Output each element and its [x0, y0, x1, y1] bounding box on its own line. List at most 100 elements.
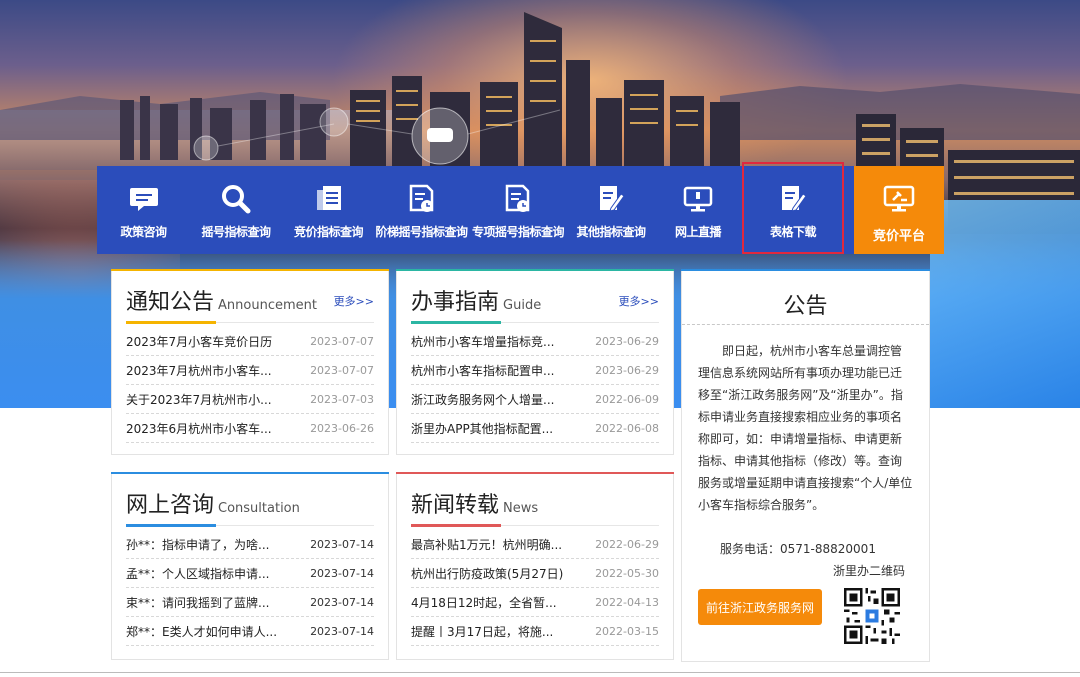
- item-title: 2023年7月小客车竞价日历: [126, 334, 273, 349]
- nav-item-other-query[interactable]: 其他指标查询: [568, 166, 654, 254]
- nav-label: 网上直播: [674, 225, 722, 239]
- monitor-icon: [681, 182, 715, 216]
- chat-bubble-icon: [127, 182, 161, 216]
- item-title: 孟**：个人区域指标申请...: [126, 566, 270, 581]
- monitor-gavel-icon: [882, 182, 916, 216]
- list-item[interactable]: 关于2023年7月杭州市小... 2023-07-03: [126, 385, 374, 414]
- nav-label: 阶梯摇号指标查询: [375, 225, 468, 239]
- search-icon: [219, 182, 253, 216]
- item-title: 4月18日12时起，全省暂...: [411, 595, 557, 610]
- item-title: 孙**：指标申请了，为啥...: [126, 537, 270, 552]
- list-item[interactable]: 束**：请问我摇到了蓝牌... 2023-07-14: [126, 588, 374, 617]
- main-nav: 政策咨询 摇号指标查询 竞价指标查询 阶梯摇号指标查询 专项摇号指标查询 其他指…: [97, 162, 854, 254]
- panel-header: 办事指南 Guide 更多>>: [411, 284, 659, 324]
- list-item[interactable]: 孙**：指标申请了，为啥... 2023-07-14: [126, 530, 374, 559]
- item-date: 2022-05-30: [595, 566, 659, 580]
- list-item[interactable]: 浙里办APP其他指标配置... 2022-06-08: [411, 414, 659, 443]
- announcement-list: 2023年7月小客车竞价日历 2023-07-07 2023年7月杭州市小客车..…: [126, 327, 374, 443]
- more-link[interactable]: 更多>>: [619, 293, 659, 309]
- list-item[interactable]: 2023年6月杭州市小客车... 2023-06-26: [126, 414, 374, 443]
- right-decoration: [930, 200, 1080, 408]
- nav-label: 其他指标查询: [576, 225, 646, 239]
- news-panel: 新闻转载 News 最高补贴1万元！杭州明确... 2022-06-29 杭州出行防…: [396, 472, 674, 660]
- panel-accent-line: [111, 269, 389, 271]
- panel-accent-line: [396, 472, 674, 474]
- item-date: 2022-03-15: [595, 624, 659, 638]
- title-underline: [411, 321, 501, 324]
- panel-header: 通知公告 Announcement 更多>>: [126, 284, 374, 324]
- nav-label: 竞价平台: [872, 229, 925, 244]
- item-date: 2023-07-03: [310, 392, 374, 406]
- goto-zhejiang-gov-service-button[interactable]: 前往浙江政务服务网: [698, 589, 822, 625]
- divider: [682, 324, 929, 325]
- panel-accent-line: [396, 269, 674, 271]
- panel-title: 通知公告 Announcement: [126, 284, 317, 316]
- panel-title-text: 通知公告: [126, 290, 215, 315]
- announcement-panel: 通知公告 Announcement 更多>> 2023年7月小客车竞价日历 2023…: [111, 269, 389, 455]
- panel-subtitle: Announcement: [218, 298, 317, 313]
- panel-title-text: 新闻转载: [411, 493, 500, 518]
- item-date: 2022-04-13: [595, 595, 659, 609]
- news-list: 最高补贴1万元！杭州明确... 2022-06-29 杭州出行防疫政策(5月27日…: [411, 530, 659, 646]
- document-clock-icon: [405, 182, 439, 216]
- consultation-list: 孙**：指标申请了，为啥... 2023-07-14 孟**：个人区域指标申请..…: [126, 530, 374, 646]
- nav-label: 竞价指标查询: [293, 225, 364, 239]
- item-title: 最高补贴1万元！杭州明确...: [411, 537, 563, 552]
- list-item[interactable]: 最高补贴1万元！杭州明确... 2022-06-29: [411, 530, 659, 559]
- item-title: 2023年7月杭州市小客车...: [126, 363, 272, 378]
- panel-header: 网上咨询 Consultation: [126, 487, 374, 527]
- nav-label: 摇号指标查询: [201, 225, 271, 239]
- documents-icon: [312, 182, 346, 216]
- panel-accent-line: [111, 472, 389, 474]
- item-title: 提醒丨3月17日起，将施...: [411, 624, 554, 639]
- item-date: 2023-07-14: [310, 624, 374, 638]
- document-clock-icon: [501, 182, 535, 216]
- item-date: 2023-07-14: [310, 595, 374, 609]
- nav-item-live-stream[interactable]: 网上直播: [654, 166, 742, 254]
- panel-title: 办事指南 Guide: [411, 284, 541, 316]
- title-underline: [126, 524, 216, 527]
- qr-label: 浙里办二维码: [832, 564, 905, 578]
- list-item[interactable]: 2023年7月杭州市小客车... 2023-07-07: [126, 356, 374, 385]
- list-item[interactable]: 孟**：个人区域指标申请... 2023-07-14: [126, 559, 374, 588]
- panel-title-text: 网上咨询: [126, 493, 215, 518]
- footer-divider: [0, 672, 1080, 673]
- item-title: 杭州市小客车增量指标竞...: [411, 334, 555, 349]
- panel-header: 新闻转载 News: [411, 487, 659, 527]
- list-item[interactable]: 郑**：E类人才如何申请人... 2023-07-14: [126, 617, 374, 646]
- panel-title: 网上咨询 Consultation: [126, 487, 300, 519]
- panel-accent-line: [681, 269, 930, 271]
- more-link[interactable]: 更多>>: [334, 293, 374, 309]
- nav-item-bidding-query[interactable]: 竞价指标查询: [282, 166, 375, 254]
- panel-title-text: 办事指南: [411, 290, 500, 315]
- list-item[interactable]: 浙江政务服务网个人增量... 2022-06-09: [411, 385, 659, 414]
- nav-item-bidding-platform[interactable]: 竞价平台: [854, 166, 944, 254]
- list-item[interactable]: 2023年7月小客车竞价日历 2023-07-07: [126, 327, 374, 356]
- qr-code-image[interactable]: [844, 588, 900, 644]
- nav-item-special-lottery-query[interactable]: 专项摇号指标查询: [468, 166, 568, 254]
- list-item[interactable]: 杭州出行防疫政策(5月27日) 2022-05-30: [411, 559, 659, 588]
- notice-panel: 公告 即日起，杭州市小客车总量调控管理信息系统网站所有事项办理功能已迁移至“浙江…: [681, 269, 930, 662]
- nav-item-lottery-query[interactable]: 摇号指标查询: [190, 166, 282, 254]
- nav-label: 政策咨询: [120, 225, 167, 239]
- title-underline: [411, 524, 501, 527]
- nav-label: 表格下载: [769, 225, 817, 239]
- list-item[interactable]: 4月18日12时起，全省暂... 2022-04-13: [411, 588, 659, 617]
- service-phone: 服务电话：0571-88820001: [720, 542, 876, 556]
- nav-item-form-download[interactable]: 表格下载: [742, 162, 844, 254]
- list-item[interactable]: 杭州市小客车增量指标竞... 2023-06-29: [411, 327, 659, 356]
- notice-title: 公告: [783, 294, 828, 319]
- panel-subtitle: Guide: [503, 298, 542, 313]
- document-pen-icon: [776, 182, 810, 216]
- list-item[interactable]: 杭州市小客车指标配置申... 2023-06-29: [411, 356, 659, 385]
- nav-item-tiered-lottery-query[interactable]: 阶梯摇号指标查询: [375, 166, 468, 254]
- item-date: 2023-07-07: [310, 363, 374, 377]
- list-item[interactable]: 提醒丨3月17日起，将施... 2022-03-15: [411, 617, 659, 646]
- item-title: 束**：请问我摇到了蓝牌...: [126, 595, 270, 610]
- nav-label: 专项摇号指标查询: [471, 225, 565, 239]
- nav-item-policy-consultation[interactable]: 政策咨询: [97, 166, 190, 254]
- item-date: 2023-06-29: [595, 363, 659, 377]
- item-date: 2022-06-09: [595, 392, 659, 406]
- consultation-panel: 网上咨询 Consultation 孙**：指标申请了，为啥... 2023-07-…: [111, 472, 389, 660]
- title-underline: [126, 321, 216, 324]
